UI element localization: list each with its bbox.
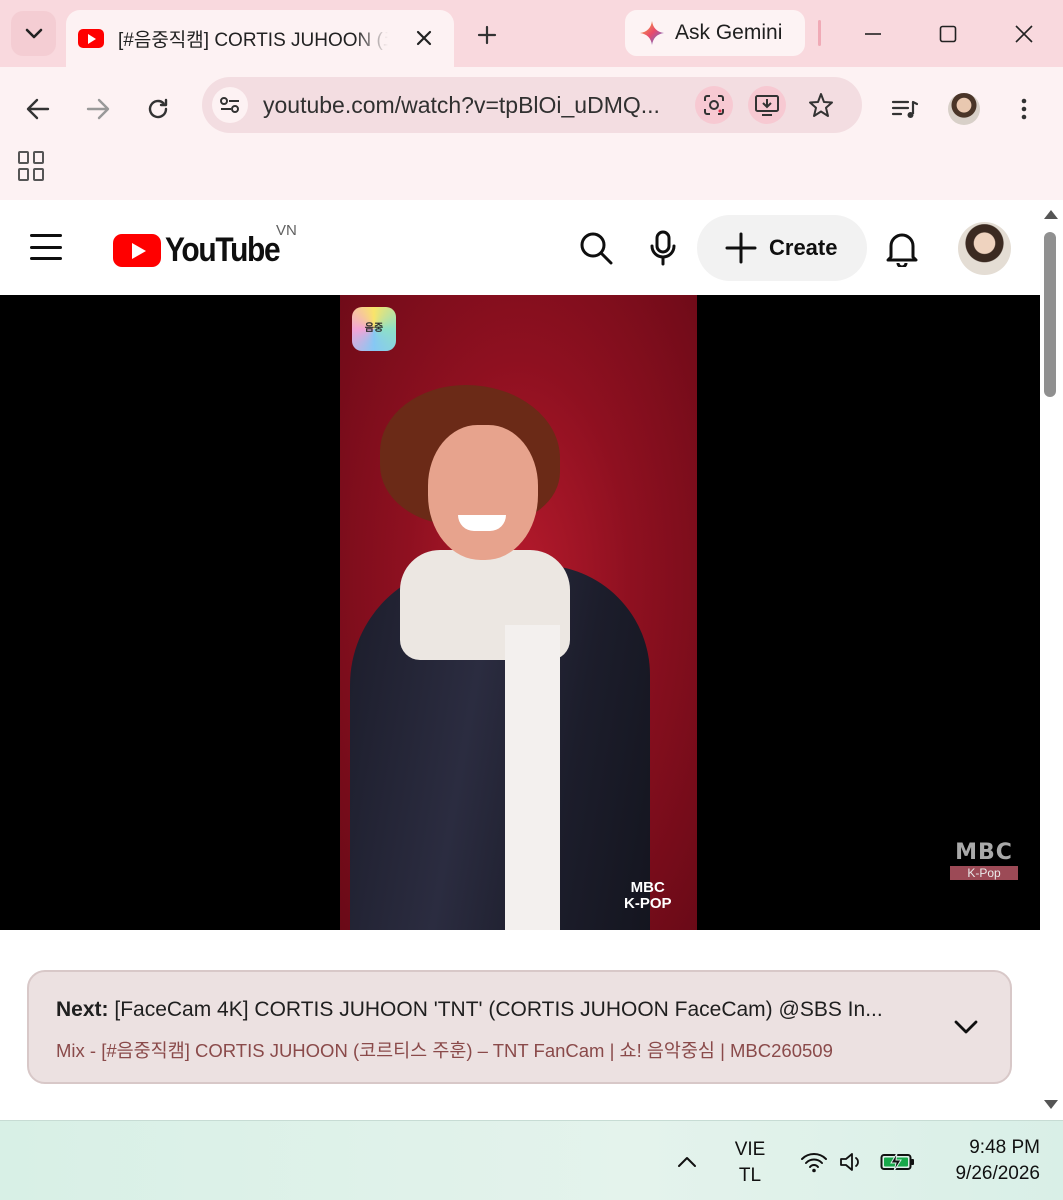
- menu-icon[interactable]: [30, 234, 62, 260]
- avatar: [948, 93, 980, 125]
- minimize-button[interactable]: [850, 12, 896, 56]
- address-bar[interactable]: youtube.com/watch?v=tpBlOi_uDMQ...: [202, 77, 862, 133]
- forward-icon: [86, 98, 110, 120]
- youtube-header: YouTube VN Create: [0, 200, 1040, 295]
- star-icon: [809, 93, 833, 117]
- create-button[interactable]: Create: [697, 215, 867, 281]
- apps-icon[interactable]: [18, 151, 48, 181]
- browser-menu-button[interactable]: [1004, 89, 1044, 129]
- voice-search-button[interactable]: [643, 228, 683, 268]
- url-text: youtube.com/watch?v=tpBlOi_uDMQ...: [263, 92, 660, 118]
- chevron-down-icon: [25, 28, 42, 38]
- back-icon: [26, 98, 50, 120]
- show-badge-logo: 음중: [352, 307, 396, 351]
- reload-icon: [148, 98, 168, 119]
- battery-status[interactable]: [878, 1145, 918, 1179]
- taskbar: VIE TL 9:48 PM 9/26/2026: [0, 1120, 1063, 1200]
- video-frame[interactable]: 음중 MBC K-POP: [340, 295, 697, 930]
- media-controls-button[interactable]: [885, 89, 925, 129]
- up-next-title: Next: [FaceCam 4K] CORTIS JUHOON 'TNT' (…: [56, 998, 926, 1022]
- kpop-watermark: MBC K-POP: [624, 880, 672, 912]
- window-close-button[interactable]: [1001, 12, 1047, 56]
- close-icon: [416, 30, 432, 46]
- system-clock[interactable]: 9:48 PM 9/26/2026: [930, 1135, 1040, 1187]
- reload-button[interactable]: [138, 89, 178, 129]
- forward-button[interactable]: [78, 89, 118, 129]
- kpop-watermark-top: MBC: [630, 879, 665, 896]
- page-scrollbar[interactable]: [1040, 200, 1063, 1120]
- volume-icon: [840, 1153, 859, 1171]
- kpop-watermark-bottom: K-POP: [624, 895, 672, 912]
- youtube-logo[interactable]: YouTube: [113, 231, 295, 270]
- maximize-button[interactable]: [925, 12, 971, 56]
- mbc-watermark-top: MBC: [955, 840, 1013, 865]
- notifications-button[interactable]: [882, 228, 922, 268]
- back-button[interactable]: [18, 89, 58, 129]
- mix-playlist-title: Mix - [#음중직캠] CORTIS JUHOON (코르티스 주훈) – …: [56, 1040, 833, 1061]
- wifi-status[interactable]: [797, 1145, 831, 1179]
- mbc-watermark-bottom: K-Pop: [950, 866, 1018, 880]
- tab-close-button[interactable]: [410, 24, 438, 52]
- plus-icon: [725, 232, 757, 264]
- media-icon: [891, 100, 919, 118]
- new-tab-button[interactable]: [470, 18, 504, 52]
- ask-gemini-label: Ask Gemini: [675, 21, 783, 44]
- install-icon: [755, 95, 779, 116]
- ask-gemini-button[interactable]: Ask Gemini: [625, 10, 805, 56]
- chevron-down-icon: [954, 1020, 978, 1034]
- battery-icon: [880, 1152, 914, 1172]
- more-vert-icon: [1021, 98, 1027, 120]
- site-settings-icon: [220, 97, 239, 113]
- scroll-up-arrow[interactable]: [1044, 210, 1058, 219]
- install-app-button[interactable]: [748, 86, 786, 124]
- tab-strip: [#음중직캠] CORTIS JUHOON (코르티스 주훈) Ask Gemi…: [0, 0, 1063, 67]
- google-lens-button[interactable]: [695, 86, 733, 124]
- gemini-icon: [640, 21, 664, 45]
- chevron-up-icon: [678, 1157, 696, 1167]
- search-icon: [580, 232, 613, 265]
- region-code: VN: [276, 222, 297, 239]
- up-next-prefix: Next:: [56, 998, 109, 1021]
- profile-button[interactable]: [944, 89, 984, 129]
- show-badge-text: 음중: [364, 323, 384, 334]
- wifi-icon: [801, 1153, 827, 1173]
- volume-status[interactable]: [834, 1145, 868, 1179]
- active-tab[interactable]: [#음중직캠] CORTIS JUHOON (코르티스 주훈): [66, 10, 454, 67]
- youtube-page: YouTube VN Create 음중 MBC K-POP MBC K-Pop…: [0, 200, 1040, 1120]
- scroll-thumb[interactable]: [1044, 232, 1056, 397]
- video-content-shirt: [505, 625, 560, 930]
- up-next-video-title: [FaceCam 4K] CORTIS JUHOON 'TNT' (CORTIS…: [114, 998, 883, 1021]
- lens-icon: [704, 95, 724, 115]
- tab-strip-divider: [818, 20, 821, 46]
- bell-icon: [886, 233, 918, 267]
- bookmark-star-button[interactable]: [802, 86, 840, 124]
- up-next-card[interactable]: Next: [FaceCam 4K] CORTIS JUHOON 'TNT' (…: [27, 970, 1012, 1084]
- account-avatar[interactable]: [958, 222, 1011, 275]
- video-player[interactable]: 음중 MBC K-POP MBC K-Pop: [0, 295, 1040, 930]
- search-button[interactable]: [576, 228, 616, 268]
- create-label: Create: [769, 235, 838, 260]
- youtube-play-icon: [113, 234, 161, 267]
- tab-title: [#음중직캠] CORTIS JUHOON (코르티스 주훈): [118, 30, 388, 51]
- mbc-kpop-watermark: MBC K-Pop: [950, 840, 1018, 880]
- site-settings-button[interactable]: [212, 87, 248, 123]
- video-content-face: [428, 425, 538, 560]
- input-language[interactable]: VIE TL: [720, 1137, 780, 1189]
- show-hidden-icons-button[interactable]: [670, 1145, 704, 1179]
- youtube-favicon: [78, 29, 104, 48]
- maximize-icon: [939, 25, 957, 43]
- tab-search-button[interactable]: [11, 11, 56, 56]
- youtube-wordmark: YouTube: [165, 231, 281, 269]
- clock-time: 9:48 PM: [969, 1137, 1040, 1158]
- clock-date: 9/26/2026: [955, 1163, 1040, 1184]
- input-language-layout: TL: [738, 1165, 762, 1186]
- mic-icon: [650, 230, 676, 266]
- browser-toolbar: youtube.com/watch?v=tpBlOi_uDMQ...: [0, 67, 1063, 200]
- plus-icon: [477, 25, 497, 45]
- minimize-icon: [865, 33, 881, 35]
- expand-playlist-button[interactable]: [951, 1012, 981, 1042]
- close-icon: [1015, 25, 1033, 43]
- input-language-code: VIE: [734, 1139, 766, 1160]
- scroll-down-arrow[interactable]: [1044, 1100, 1058, 1109]
